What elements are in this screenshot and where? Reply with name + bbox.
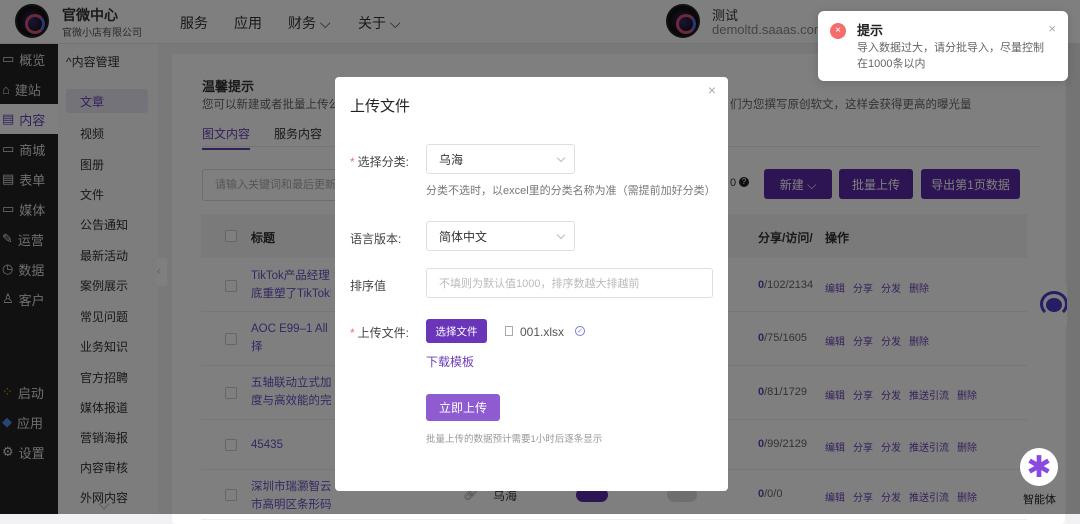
chevron-down-icon: [556, 153, 566, 163]
category-label: * 选择分类:: [350, 155, 410, 169]
sort-label: 排序值: [350, 279, 387, 293]
close-icon[interactable]: ×: [708, 82, 716, 98]
upload-note: 批量上传的数据预计需要1小时后逐条显示: [426, 434, 603, 445]
category-select[interactable]: 乌海: [426, 144, 575, 174]
file-name: 001.xlsx: [520, 325, 565, 339]
close-icon[interactable]: ×: [1048, 21, 1056, 36]
error-icon: ×: [830, 23, 846, 39]
modal-title: 上传文件: [350, 98, 411, 115]
upload-file-modal: 上传文件 × * 选择分类: 乌海 分类不选时，以excel里的分类名称为准（需提…: [335, 77, 728, 491]
toast-message: 导入数据过大，请分批导入，尽量控制在1000条以内: [857, 42, 1044, 70]
agent-label[interactable]: 智能体: [1023, 491, 1056, 507]
upload-now-button[interactable]: 立即上传: [426, 394, 500, 421]
file-label: * 上传文件:: [350, 326, 410, 340]
toast-title: 提示: [857, 23, 884, 38]
sort-input[interactable]: 不填则为默认值1000，排序数越大排越前: [426, 268, 713, 298]
chevron-down-icon: [556, 230, 566, 240]
choose-file-button[interactable]: 选择文件: [426, 319, 487, 343]
language-label: 语言版本:: [350, 232, 402, 246]
agent-icon[interactable]: ✱: [1020, 448, 1058, 486]
error-toast: × 提示 导入数据过大，请分批导入，尽量控制在1000条以内 ×: [818, 11, 1068, 81]
download-template-link[interactable]: 下载模板: [426, 353, 474, 370]
file-icon: [505, 326, 513, 336]
category-hint: 分类不选时，以excel里的分类名称为准（需提前加好分类）: [426, 185, 716, 197]
check-circle-icon: ✓: [575, 326, 585, 336]
language-select[interactable]: 简体中文: [426, 221, 575, 251]
